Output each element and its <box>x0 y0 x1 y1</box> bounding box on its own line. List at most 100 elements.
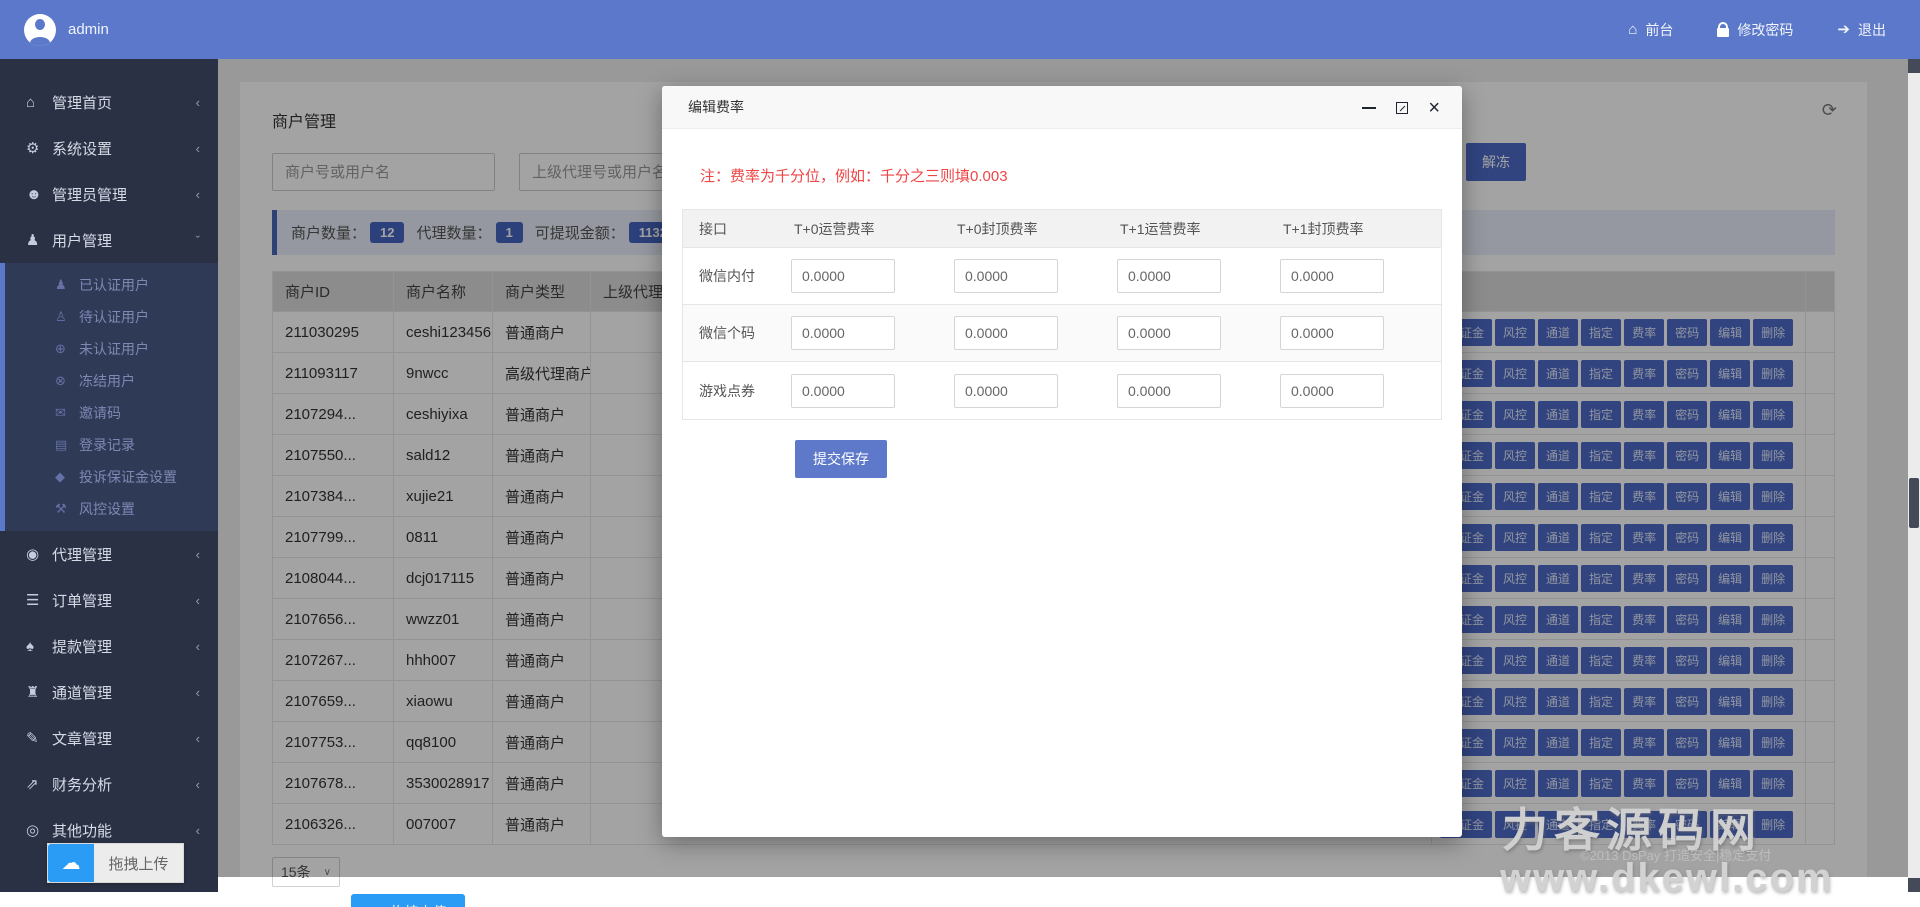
submenu-item-icon: ▤ <box>55 437 68 452</box>
submenu-item[interactable]: ⚒ 风控设置 <box>5 493 218 525</box>
minimize-icon[interactable] <box>1362 106 1377 109</box>
scrollbar-thumb[interactable] <box>1909 478 1919 528</box>
user-avatar-icon <box>24 13 56 46</box>
rate-cell <box>1104 305 1267 361</box>
admin-user-icon: ☻ <box>26 185 42 203</box>
finance-icon: ⇗ <box>26 776 39 793</box>
chevron-left-icon: ‹ <box>195 546 200 562</box>
interface-label: 游戏点券 <box>699 382 755 399</box>
submenu-item-icon: ✉ <box>55 405 66 420</box>
logout-icon: ➔ <box>1837 21 1850 38</box>
col-t0-cap-rate: T+0封顶费率 <box>957 220 1038 237</box>
sidebar: ⌂ 管理首页 ‹ ⚙ 系统设置 ‹ ☻ 管理员管理 ‹ ♟ 用户管理 ˇ ♟ 已… <box>0 59 218 892</box>
submenu-item[interactable]: ◆ 投诉保证金设置 <box>5 461 218 493</box>
chevron-left-icon: ‹ <box>195 186 200 202</box>
lock-icon <box>1717 21 1730 37</box>
t0-operating-rate-input[interactable] <box>791 259 895 293</box>
submenu-item[interactable]: ♙ 待认证用户 <box>5 301 218 333</box>
nav-change-password[interactable]: 修改密码 <box>1717 20 1793 40</box>
col-interface: 接口 <box>699 220 727 237</box>
submenu-item[interactable]: ▤ 登录记录 <box>5 429 218 461</box>
sidebar-item-system-settings[interactable]: ⚙ 系统设置 ‹ <box>0 125 218 171</box>
sidebar-item-article-management[interactable]: ✎ 文章管理 ‹ <box>0 715 218 761</box>
chevron-left-icon: ‹ <box>195 730 200 746</box>
cloud-upload-icon: ☁ <box>48 844 94 882</box>
rate-cell <box>941 305 1104 361</box>
rate-cell <box>941 362 1104 419</box>
submenu-item[interactable]: ⊕ 未认证用户 <box>5 333 218 365</box>
rate-cell <box>778 362 941 419</box>
submenu-item[interactable]: ⊗ 冻结用户 <box>5 365 218 397</box>
orders-icon: ☰ <box>26 592 40 609</box>
submenu-item-label: 已认证用户 <box>79 277 149 293</box>
sidebar-item-finance-analysis[interactable]: ⇗ 财务分析 ‹ <box>0 761 218 807</box>
sidebar-item-user-management[interactable]: ♟ 用户管理 ˇ <box>0 217 218 263</box>
rate-cell <box>778 305 941 361</box>
scroll-up-arrow[interactable] <box>1908 59 1920 73</box>
rate-row: 微信个码 <box>683 305 1441 362</box>
rate-row: 游戏点券 <box>683 362 1441 419</box>
rate-cell <box>941 248 1104 304</box>
rate-note: 注：费率为千分位，例如：千分之三则填0.003 <box>700 168 1008 185</box>
sidebar-item-home[interactable]: ⌂ 管理首页 ‹ <box>0 79 218 125</box>
col-t1-operating-rate: T+1运营费率 <box>1120 220 1201 237</box>
sidebar-item-order-management[interactable]: ☰ 订单管理 ‹ <box>0 577 218 623</box>
t1-operating-rate-input[interactable] <box>1117 316 1221 350</box>
submenu-item-icon: ⊗ <box>55 373 66 388</box>
nav-logout-label: 退出 <box>1858 21 1886 38</box>
rate-cell <box>1267 362 1443 419</box>
rate-cell <box>778 248 941 304</box>
drag-upload-widget[interactable]: ☁ 拖拽上传 <box>47 843 184 883</box>
t1-cap-rate-input[interactable] <box>1280 316 1384 350</box>
edit-rate-modal: 编辑费率 × 注：费率为千分位，例如：千分之三则填0.003 接口 T+0运营费… <box>662 86 1462 837</box>
t0-cap-rate-input[interactable] <box>954 316 1058 350</box>
home-icon: ⌂ <box>26 93 36 111</box>
rate-cell <box>1104 248 1267 304</box>
submenu-item[interactable]: ✉ 邀请码 <box>5 397 218 429</box>
home-icon: ⌂ <box>1628 21 1638 38</box>
sidebar-item-admin-management[interactable]: ☻ 管理员管理 ‹ <box>0 171 218 217</box>
sidebar-item-agent-management[interactable]: ◉ 代理管理 ‹ <box>0 531 218 577</box>
submenu-item-label: 待认证用户 <box>79 309 149 325</box>
t1-cap-rate-input[interactable] <box>1280 373 1384 408</box>
close-icon[interactable]: × <box>1428 98 1440 118</box>
t1-operating-rate-input[interactable] <box>1117 259 1221 293</box>
vertical-scrollbar[interactable] <box>1908 59 1920 892</box>
submit-save-button[interactable]: 提交保存 <box>795 440 887 478</box>
rate-table: 接口 T+0运营费率 T+0封顶费率 T+1运营费率 T+1封顶费率 微信内付 <box>682 209 1442 420</box>
drag-upload-button[interactable]: ☁ 拖拽上传 <box>351 894 465 907</box>
t0-operating-rate-input[interactable] <box>791 316 895 350</box>
drag-upload-button-label: 拖拽上传 <box>391 902 447 907</box>
channel-icon: ♜ <box>26 684 40 701</box>
modal-window-controls: × <box>1362 86 1440 129</box>
other-icon: ◎ <box>26 822 40 839</box>
topbar: admin ⌂ 前台 修改密码 ➔ 退出 <box>0 0 1920 59</box>
interface-label: 微信个码 <box>699 325 755 341</box>
col-t1-cap-rate: T+1封顶费率 <box>1283 220 1364 237</box>
chevron-left-icon: ‹ <box>195 638 200 654</box>
t0-cap-rate-input[interactable] <box>954 373 1058 408</box>
topbar-user[interactable]: admin <box>0 13 109 46</box>
chevron-left-icon: ‹ <box>195 776 200 792</box>
submenu-item-label: 登录记录 <box>79 437 135 453</box>
submenu-item-label: 投诉保证金设置 <box>79 469 177 485</box>
submenu-item[interactable]: ♟ 已认证用户 <box>5 269 218 301</box>
submenu-item-icon: ◆ <box>55 469 65 484</box>
t0-cap-rate-input[interactable] <box>954 259 1058 293</box>
nav-logout[interactable]: ➔ 退出 <box>1837 20 1886 40</box>
submenu-item-label: 冻结用户 <box>79 373 135 389</box>
chevron-left-icon: ‹ <box>195 94 200 110</box>
modal-header[interactable]: 编辑费率 × <box>662 86 1462 129</box>
col-t0-operating-rate: T+0运营费率 <box>794 220 875 237</box>
t1-operating-rate-input[interactable] <box>1117 373 1221 408</box>
drag-upload-label: 拖拽上传 <box>108 855 169 873</box>
t0-operating-rate-input[interactable] <box>791 373 895 408</box>
submenu-item-icon: ⊕ <box>55 341 66 356</box>
scroll-down-arrow[interactable] <box>1908 878 1920 892</box>
maximize-icon[interactable] <box>1396 101 1409 114</box>
nav-front-site[interactable]: ⌂ 前台 <box>1628 20 1673 40</box>
sidebar-item-withdraw-management[interactable]: ♠ 提款管理 ‹ <box>0 623 218 669</box>
rate-cell <box>1267 305 1443 361</box>
t1-cap-rate-input[interactable] <box>1280 259 1384 293</box>
sidebar-item-channel-management[interactable]: ♜ 通道管理 ‹ <box>0 669 218 715</box>
